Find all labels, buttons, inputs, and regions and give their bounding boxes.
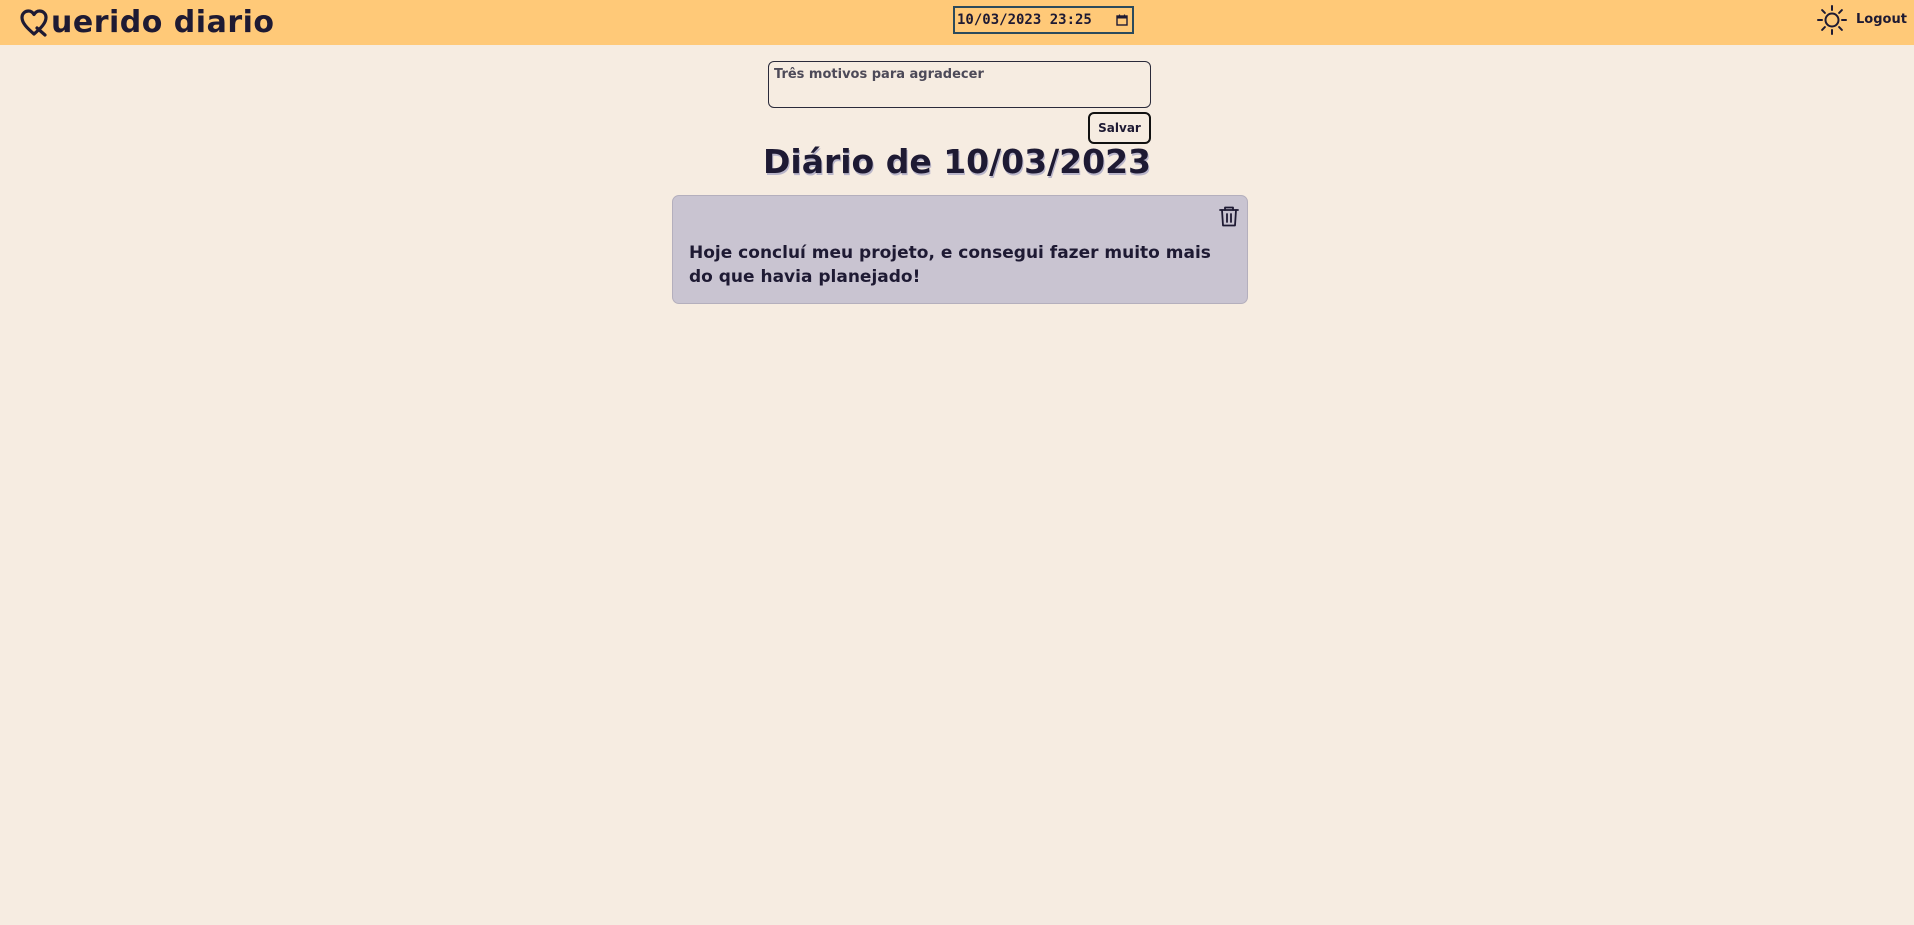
logout-link[interactable]: Logout	[1856, 12, 1907, 27]
diary-entry-card: Hoje concluí meu projeto, e consegui faz…	[672, 195, 1248, 304]
sun-icon[interactable]	[1816, 4, 1848, 36]
app-logo[interactable]: uerido diario	[19, 3, 275, 41]
diary-entry-text: Hoje concluí meu projeto, e consegui faz…	[689, 243, 1211, 287]
app-title: uerido diario	[51, 4, 275, 40]
page-title: Diário de 10/03/2023	[762, 142, 1151, 181]
gratitude-input[interactable]	[768, 61, 1151, 108]
heart-q-icon	[20, 9, 48, 37]
datetime-input[interactable]: 10/03/2023 23:25	[953, 6, 1134, 34]
datetime-value: 10/03/2023 23:25	[957, 12, 1092, 28]
save-button[interactable]: Salvar	[1088, 112, 1151, 144]
trash-icon[interactable]	[1217, 204, 1241, 228]
top-bar: uerido diario 10/03/2023 23:25 Logout	[0, 0, 1914, 45]
calendar-icon[interactable]	[1116, 14, 1128, 26]
